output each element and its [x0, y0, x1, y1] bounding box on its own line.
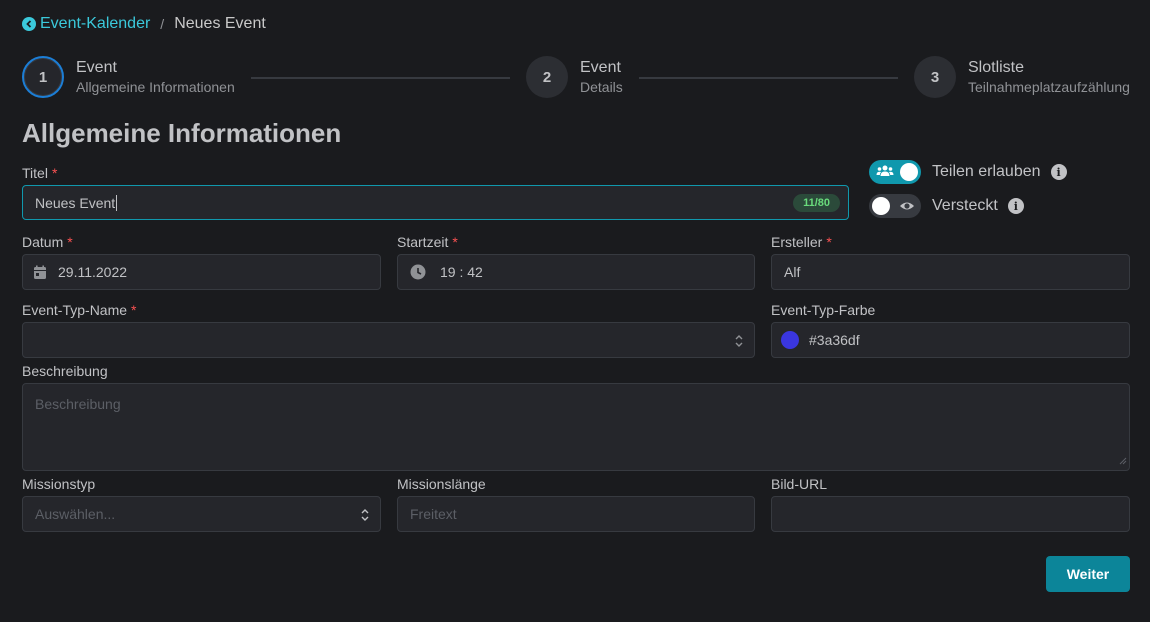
- step-3[interactable]: 3 Slotliste Teilnahmeplatzaufzählung: [914, 56, 1130, 98]
- event-type-color-label: Event-Typ-Farbe: [771, 302, 876, 318]
- share-toggle[interactable]: [869, 160, 921, 184]
- next-button[interactable]: Weiter: [1046, 556, 1130, 592]
- breadcrumb-current: Neues Event: [174, 15, 266, 32]
- breadcrumb-separator: /: [160, 16, 165, 32]
- title-label-text: Titel: [22, 165, 48, 181]
- start-time-value: 19 : 42: [440, 264, 483, 280]
- share-toggle-label: Teilen erlauben: [932, 163, 1041, 180]
- step-2-number: 2: [526, 56, 568, 98]
- step-2-title: Event: [580, 59, 621, 76]
- character-counter: 11/80: [793, 194, 840, 212]
- required-marker: *: [452, 234, 458, 250]
- clock-icon: [410, 264, 426, 280]
- step-connector: [639, 77, 898, 79]
- step-3-number: 3: [914, 56, 956, 98]
- start-time-label-text: Startzeit: [397, 234, 449, 250]
- color-swatch[interactable]: [781, 331, 799, 349]
- step-3-title: Slotliste: [968, 59, 1025, 76]
- share-toggle-row: Teilen erlauben i: [869, 160, 1067, 184]
- step-2-description: Details: [580, 79, 623, 95]
- required-marker: *: [51, 165, 58, 181]
- chevron-left-icon: [22, 17, 36, 31]
- chevron-up-down-icon: [734, 334, 744, 351]
- toggle-knob: [872, 197, 890, 215]
- step-1-number: 1: [22, 56, 64, 98]
- back-link-label: Event-Kalender: [40, 15, 151, 32]
- mission-length-label: Missionslänge: [397, 476, 486, 492]
- breadcrumb: Event-Kalender / Neues Event: [22, 14, 266, 34]
- description-label: Beschreibung: [22, 363, 108, 379]
- step-connector: [251, 77, 510, 79]
- date-value: 29.11.2022: [58, 264, 128, 280]
- start-time-input[interactable]: 19 : 42: [397, 254, 755, 290]
- mission-length-placeholder: Freitext: [410, 506, 457, 522]
- title-input-value: Neues Event: [35, 194, 116, 211]
- creator-value: Alf: [784, 264, 801, 280]
- required-marker: *: [131, 302, 137, 318]
- event-type-name-label-text: Event-Typ-Name: [22, 302, 128, 318]
- hidden-toggle[interactable]: [869, 194, 921, 218]
- mission-type-label: Missionstyp: [22, 476, 96, 492]
- info-icon[interactable]: i: [1050, 164, 1067, 180]
- step-2[interactable]: 2 Event Details: [526, 56, 623, 98]
- title-input[interactable]: Neues Event 11/80: [22, 185, 849, 220]
- image-url-input[interactable]: [771, 496, 1130, 532]
- back-link[interactable]: Event-Kalender: [22, 15, 150, 33]
- mission-type-placeholder: Auswählen...: [35, 506, 116, 522]
- event-type-name-select[interactable]: [22, 322, 755, 358]
- users-icon: [876, 164, 894, 183]
- date-input[interactable]: 29.11.2022: [22, 254, 381, 290]
- required-marker: *: [826, 234, 832, 250]
- mission-length-input[interactable]: Freitext: [397, 496, 755, 532]
- hidden-toggle-label: Versteckt: [932, 197, 998, 214]
- title-label: Titel *: [22, 165, 57, 181]
- step-1-title: Event: [76, 59, 117, 76]
- text-cursor: [116, 194, 118, 211]
- start-time-label: Startzeit *: [397, 234, 458, 250]
- required-marker: *: [67, 234, 73, 250]
- event-type-name-label: Event-Typ-Name *: [22, 302, 137, 318]
- date-label: Datum *: [22, 234, 73, 250]
- date-label-text: Datum: [22, 234, 64, 250]
- creator-label-text: Ersteller: [771, 234, 823, 250]
- stepper: 1 Event Allgemeine Informationen 2 Event…: [0, 56, 1150, 100]
- chevron-up-down-icon: [360, 508, 370, 525]
- step-3-description: Teilnahmeplatzaufzählung: [968, 79, 1130, 95]
- step-1[interactable]: 1 Event Allgemeine Informationen: [22, 56, 235, 98]
- event-type-color-value: #3a36df: [809, 332, 860, 348]
- page-title: Allgemeine Informationen: [22, 118, 342, 148]
- creator-label: Ersteller *: [771, 234, 832, 250]
- hidden-toggle-row: Versteckt i: [869, 194, 1024, 218]
- resize-handle-icon[interactable]: [1119, 452, 1127, 468]
- event-type-color-input[interactable]: #3a36df: [771, 322, 1130, 358]
- description-textarea[interactable]: Beschreibung: [22, 383, 1130, 471]
- image-url-label: Bild-URL: [771, 476, 828, 492]
- info-icon[interactable]: i: [1007, 198, 1024, 214]
- calendar-icon: [33, 265, 47, 280]
- mission-type-select[interactable]: Auswählen...: [22, 496, 381, 532]
- step-1-description: Allgemeine Informationen: [76, 79, 235, 95]
- description-placeholder: Beschreibung: [35, 396, 121, 412]
- creator-input[interactable]: Alf: [771, 254, 1130, 290]
- eye-icon: [899, 198, 915, 219]
- toggle-knob: [900, 163, 918, 181]
